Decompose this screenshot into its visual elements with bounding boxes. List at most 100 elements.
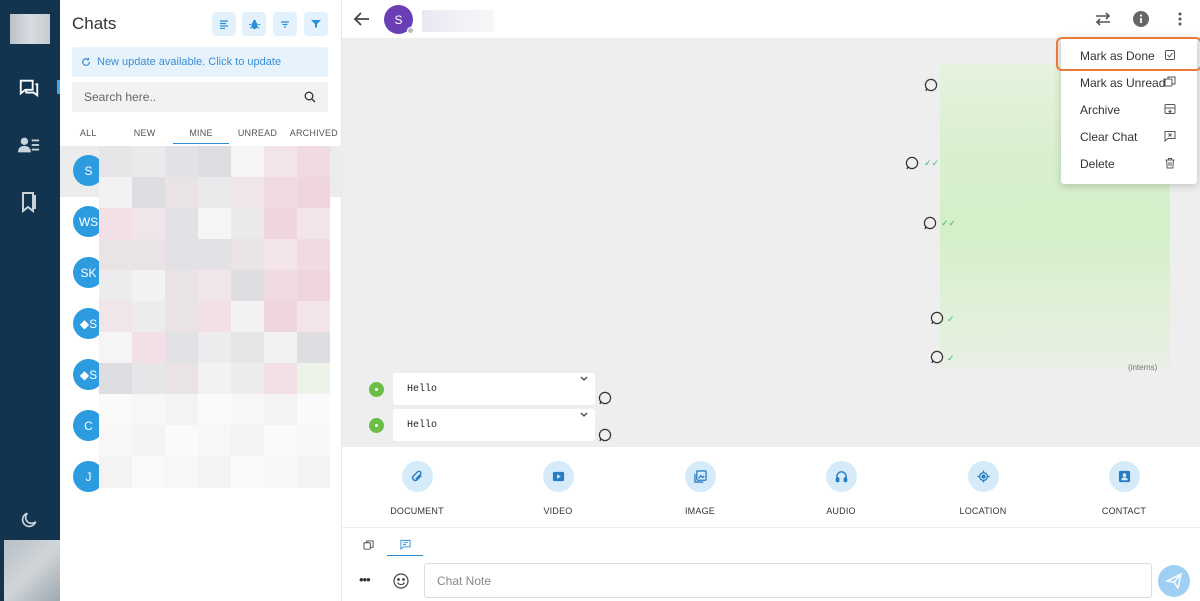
more-options-icon[interactable]: ••• [359, 572, 371, 587]
chat-list-title: Chats [72, 14, 117, 33]
send-button[interactable] [1158, 565, 1190, 597]
message-x-icon [1164, 131, 1176, 142]
conversation-header: S [342, 0, 1200, 38]
whatsapp-icon [924, 78, 938, 92]
menu-item-mark-as-unread[interactable]: Mark as Unread [1061, 69, 1197, 96]
message-bubble[interactable]: Hello [393, 409, 595, 441]
redaction-cell [264, 456, 297, 488]
redaction-cell [198, 146, 231, 178]
archive-icon [1164, 104, 1176, 114]
redaction-cell [231, 332, 264, 364]
bookmark-icon[interactable] [17, 190, 41, 214]
paperclip-icon [411, 470, 422, 482]
menu-item-label: Mark as Done [1080, 48, 1155, 63]
filter-lines-icon[interactable] [273, 12, 297, 36]
whatsapp-icon [930, 350, 944, 364]
redaction-cell [198, 239, 231, 271]
redaction-cell [231, 270, 264, 302]
chat-note-input[interactable] [424, 563, 1152, 598]
location-icon [976, 470, 990, 483]
chevron-down-icon[interactable] [580, 412, 588, 418]
redaction-cell [297, 146, 330, 178]
transfer-icon[interactable] [1093, 9, 1113, 29]
attach-label: AUDIO [826, 506, 856, 516]
redaction-cell [165, 239, 198, 271]
redaction-cell [264, 394, 297, 426]
attach-label: LOCATION [959, 506, 1007, 516]
redaction-cell [165, 301, 198, 333]
attach-audio-button[interactable]: AUDIO [801, 461, 881, 516]
update-banner[interactable]: New update available. Click to update [72, 47, 328, 77]
redaction-cell [165, 332, 198, 364]
message-bubble[interactable]: Hello [393, 373, 595, 405]
tab-new[interactable]: NEW [116, 128, 172, 146]
composer-tab-reply[interactable] [350, 534, 386, 556]
emoji-icon[interactable] [393, 573, 409, 589]
more-vertical-icon[interactable] [1170, 9, 1190, 29]
video-icon [552, 471, 564, 482]
redaction-cell [231, 363, 264, 395]
headphones-icon [835, 471, 847, 483]
message-text: Hello [407, 420, 438, 431]
trash-icon [1165, 158, 1175, 169]
redaction-cell [165, 208, 198, 240]
redaction-cell [198, 208, 231, 240]
image-icon [693, 470, 707, 483]
menu-item-delete[interactable]: Delete [1061, 150, 1197, 177]
menu-item-clear-chat[interactable]: Clear Chat [1061, 123, 1197, 150]
back-arrow-icon[interactable] [352, 9, 372, 29]
redaction-cell [132, 177, 165, 209]
redaction-cell [198, 270, 231, 302]
attach-document-button[interactable]: DOCUMENT [377, 461, 457, 516]
redaction-cell [165, 363, 198, 395]
menu-item-label: Delete [1080, 156, 1115, 171]
redaction-cell [198, 332, 231, 364]
chevron-down-icon[interactable] [580, 376, 588, 382]
sent-tick-icon: ✓ [947, 314, 955, 324]
contacts-icon[interactable] [17, 133, 41, 157]
redaction-cell [99, 177, 132, 209]
redaction-cell [198, 394, 231, 426]
conversation-options-menu: Mark as Done Mark as Unread Archive Clea… [1056, 37, 1200, 184]
redaction-cell [165, 425, 198, 457]
tab-unread[interactable]: UNREAD [229, 128, 285, 146]
redaction-cell [165, 270, 198, 302]
redaction-cell [198, 177, 231, 209]
moon-icon[interactable] [17, 508, 41, 532]
attach-contact-button[interactable]: CONTACT [1084, 461, 1164, 516]
menu-item-mark-as-done[interactable]: Mark as Done [1061, 42, 1197, 69]
menu-item-archive[interactable]: Archive [1061, 96, 1197, 123]
sort-icon[interactable] [212, 12, 236, 36]
redaction-cell [165, 456, 198, 488]
redaction-cell [297, 394, 330, 426]
attach-image-button[interactable]: IMAGE [660, 461, 740, 516]
redaction-cell [297, 208, 330, 240]
tab-all[interactable]: ALL [60, 128, 116, 146]
redaction-cell [132, 301, 165, 333]
redaction-cell [231, 394, 264, 426]
redaction-cell [132, 270, 165, 302]
redaction-cell [165, 394, 198, 426]
chat-icon[interactable] [17, 76, 41, 100]
contact-avatar[interactable]: S [384, 5, 414, 34]
info-icon[interactable] [1131, 9, 1151, 29]
redaction-cell [132, 425, 165, 457]
attach-location-button[interactable]: LOCATION [943, 461, 1023, 516]
redaction-cell [264, 146, 297, 178]
whatsapp-icon [923, 216, 937, 230]
redaction-cell [297, 301, 330, 333]
redaction-cell [231, 177, 264, 209]
user-avatar-blurred[interactable] [4, 540, 60, 601]
composer-tab-chat-note[interactable] [387, 534, 423, 556]
update-banner-text: New update available. Click to update [97, 56, 282, 68]
tab-mine[interactable]: MINE [172, 128, 230, 146]
search-input[interactable] [84, 90, 304, 104]
attach-label: VIDEO [543, 506, 573, 516]
menu-item-label: Mark as Unread [1080, 75, 1166, 90]
tab-archived[interactable]: ARCHIVED [286, 128, 342, 146]
search-icon[interactable] [304, 91, 316, 103]
bug-icon[interactable] [242, 12, 266, 36]
redaction-cell [132, 456, 165, 488]
attach-video-button[interactable]: VIDEO [518, 461, 598, 516]
funnel-icon[interactable] [304, 12, 328, 36]
